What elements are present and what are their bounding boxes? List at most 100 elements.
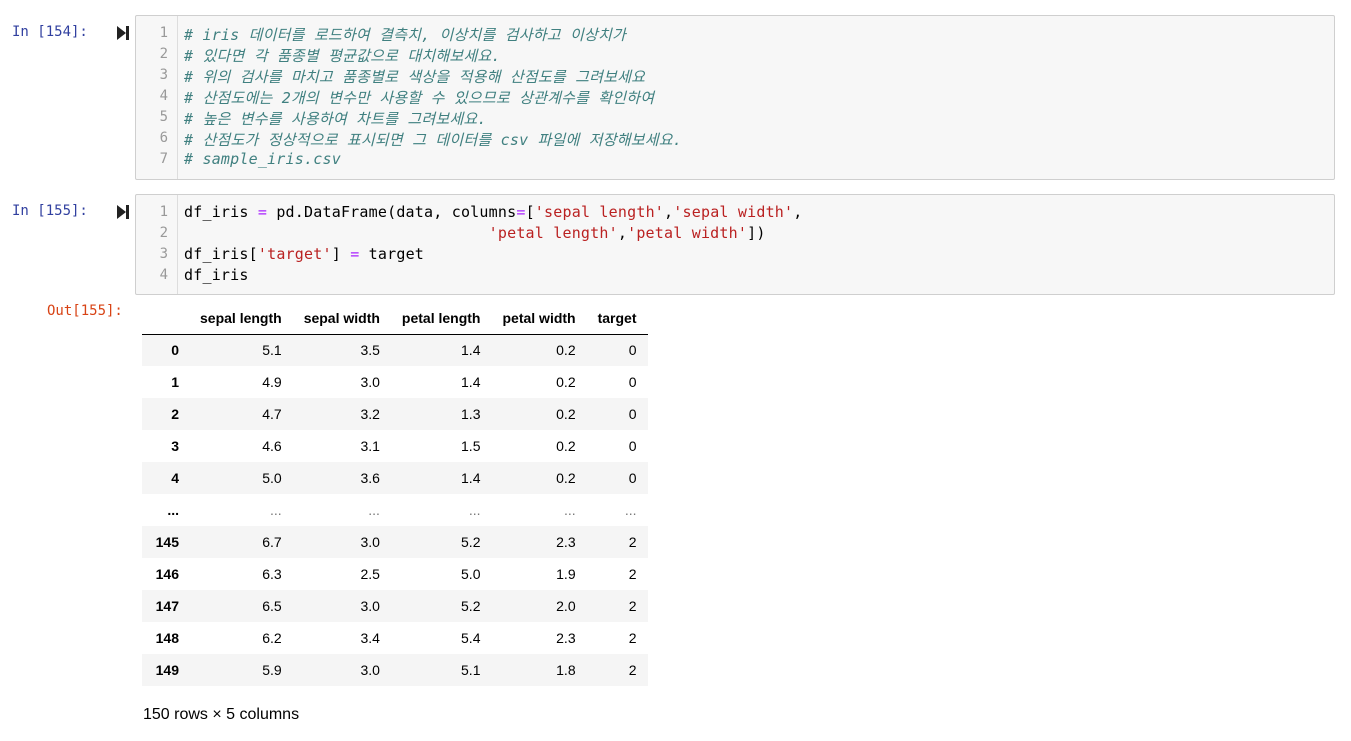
table-row: 2 4.7 3.2 1.3 0.2 0	[142, 398, 648, 430]
line-number: 7	[159, 151, 168, 167]
column-header: sepal width	[292, 303, 391, 335]
row-index: 4	[171, 470, 179, 486]
table-cell: 5.1	[461, 662, 481, 678]
table-cell: ...	[270, 502, 282, 518]
code-string: 'sepal length'	[534, 203, 665, 221]
code-string: 'sepal width'	[673, 203, 794, 221]
line-number: 1	[159, 204, 168, 220]
table-cell: 1.4	[461, 374, 481, 390]
table-cell: 3.6	[360, 470, 380, 486]
code-string: 'petal length'	[488, 224, 618, 242]
table-cell: 2.5	[360, 566, 380, 582]
code-string: 'petal width'	[627, 224, 748, 242]
table-row: 145 6.7 3.0 5.2 2.3 2	[142, 526, 648, 558]
run-cell-icon[interactable]	[116, 204, 130, 220]
table-cell: 3.0	[360, 534, 380, 550]
code-editor[interactable]: 1 2 3 4 5 6 7 # iris 데이터를 로드하여 결측치, 이상치를…	[135, 15, 1335, 180]
run-cell-icon[interactable]	[116, 25, 130, 41]
row-index: 146	[155, 566, 179, 582]
table-cell: 0	[628, 374, 637, 390]
table-cell: 5.9	[262, 662, 282, 678]
code-line: df_iris = pd.DataFrame(data, columns=['s…	[184, 203, 803, 221]
code-line: 'petal length','petal width'])	[184, 224, 766, 242]
code-editor[interactable]: 1 2 3 4 df_iris = pd.DataFrame(data, col…	[135, 194, 1335, 295]
row-index: 1	[171, 374, 179, 390]
table-cell: 0	[628, 470, 637, 486]
code-operator: =	[257, 203, 268, 221]
index-header	[142, 303, 189, 335]
code-token: df_iris	[184, 203, 258, 221]
table-cell: 1.9	[556, 566, 576, 582]
table-cell: 6.7	[262, 534, 282, 550]
table-cell: 0.2	[556, 406, 576, 422]
row-index: 3	[171, 438, 179, 454]
line-number-gutter: 1 2 3 4 5 6 7	[136, 16, 178, 179]
table-row: 146 6.3 2.5 5.0 1.9 2	[142, 558, 648, 590]
code-string: 'target'	[257, 245, 332, 263]
table-cell: 0.2	[556, 342, 576, 359]
notebook: In [154]: 1 2 3 4 5 6 7 # iris 데이터를 로드하여…	[0, 0, 1351, 741]
table-row: 1 4.9 3.0 1.4 0.2 0	[142, 366, 648, 398]
table-cell: 5.1	[262, 342, 282, 359]
code-comment-line: # 산점도에는 2개의 변수만 사용할 수 있으므로 상관계수를 확인하여	[184, 89, 655, 107]
dataframe-table: sepal length sepal width petal length pe…	[142, 303, 648, 686]
code-comment-line: # 위의 검사를 마치고 품종별로 색상을 적용해 산점도를 그려보세요	[184, 68, 646, 86]
table-body: 0 5.1 3.5 1.4 0.2 0 1 4.9 3.0 1.4 0.2 0 …	[142, 334, 648, 686]
row-index: 145	[155, 534, 179, 550]
table-row: 3 4.6 3.1 1.5 0.2 0	[142, 430, 648, 462]
table-row: 147 6.5 3.0 5.2 2.0 2	[142, 590, 648, 622]
table-cell: ...	[563, 502, 576, 518]
code-token: [	[525, 203, 535, 221]
row-index: 147	[155, 598, 179, 614]
code-operator: =	[516, 203, 526, 221]
line-number: 5	[159, 109, 168, 125]
column-header: sepal length	[189, 303, 293, 335]
column-header: target	[586, 303, 648, 335]
table-cell: ...	[624, 502, 637, 518]
table-cell: 2	[628, 630, 637, 646]
input-prompt: In [154]:	[12, 24, 88, 40]
input-prompt: In [155]:	[12, 203, 88, 219]
code-comment-line: # sample_iris.csv	[184, 150, 341, 168]
table-cell: 0.2	[556, 374, 576, 390]
table-cell: 1.3	[461, 406, 481, 422]
table-cell: 3.4	[360, 630, 380, 646]
table-cell: 4.9	[262, 374, 282, 390]
table-cell: ...	[468, 502, 481, 518]
code-comment-line: # 있다면 각 품종별 평균값으로 대치해보세요.	[184, 47, 501, 65]
table-cell: 3.0	[360, 374, 380, 390]
code-comment-line: # 높은 변수를 사용하여 차트를 그려보세요.	[184, 110, 487, 128]
table-cell: 6.2	[262, 630, 282, 646]
line-number: 2	[159, 46, 168, 62]
table-cell: 0.2	[556, 438, 576, 454]
table-cell: 0	[628, 406, 637, 422]
table-cell: 2	[628, 662, 637, 678]
table-cell: 3.2	[360, 406, 380, 422]
code-token: ]	[331, 245, 351, 263]
code-comment-line: # iris 데이터를 로드하여 결측치, 이상치를 검사하고 이상치가	[184, 26, 627, 44]
code-token: ,	[617, 224, 628, 242]
line-number: 1	[159, 25, 168, 41]
table-row: 149 5.9 3.0 5.1 1.8 2	[142, 654, 648, 686]
table-cell: 5.0	[262, 470, 282, 486]
dataframe-shape-text: 150 rows × 5 columns	[143, 706, 300, 723]
table-cell: 1.8	[556, 662, 576, 678]
line-number: 4	[159, 267, 168, 283]
line-number: 6	[159, 130, 168, 146]
row-index: ...	[167, 502, 179, 518]
table-cell: 2.3	[556, 630, 576, 646]
table-cell: 2	[628, 598, 637, 614]
code-token: pd.DataFrame(data, columns	[267, 203, 517, 221]
table-row: 148 6.2 3.4 5.4 2.3 2	[142, 622, 648, 654]
table-cell: 5.4	[461, 630, 481, 646]
code-token: ])	[747, 224, 766, 242]
code-token: target	[359, 245, 425, 263]
table-cell: 2.0	[556, 598, 576, 614]
row-index: 149	[155, 662, 179, 678]
line-number: 3	[159, 67, 168, 83]
table-cell: 2.3	[556, 534, 576, 550]
row-index: 148	[155, 630, 179, 646]
table-cell: 5.2	[461, 534, 481, 550]
table-cell: 2	[628, 566, 637, 582]
